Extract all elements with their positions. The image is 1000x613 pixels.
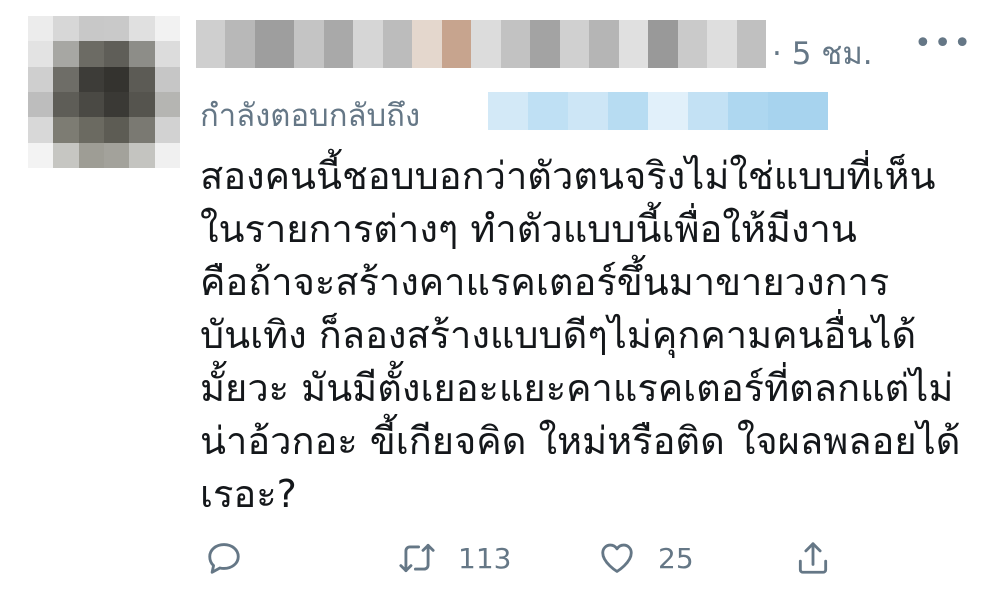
share-button[interactable] [794,530,832,586]
like-count: 25 [658,541,694,575]
heart-icon [601,543,633,573]
tweet: · 5 ชม. ••• กำลังตอบกลับถึง สองคนนี้ชอบบ… [0,0,1000,613]
tweet-text-line: คือถ้าจะสร้างคาแรคเตอร์ขึ้นมาขายวงการ [200,260,890,304]
mention-redacted[interactable] [488,92,828,130]
timestamp[interactable]: · 5 ชม. [772,28,873,78]
retweet-count: 113 [458,541,512,575]
tweet-text-line: ในรายการต่างๆ ทำตัวแบบนี้เพื่อให้มีงาน [200,207,857,251]
tweet-text: สองคนนี้ชอบบอกว่าตัวตนจริงไม่ใช่แบบที่เห… [200,150,990,521]
tweet-text-line: มั้ยวะ มันมีตั้งเยอะแยะคาแรคเตอร์ที่ตลกแ… [200,366,954,410]
like-button[interactable]: 25 [598,530,694,586]
retweet-icon [399,543,435,573]
action-bar: 113 25 [0,530,1000,590]
retweet-button[interactable]: 113 [398,530,511,586]
avatar[interactable] [28,16,180,168]
reply-button[interactable] [205,530,243,586]
tweet-text-line: น่าอ้วกอะ ขี้เกียจคิด ใหม่หรือติด ใจผลพล… [200,419,961,463]
more-dots-icon[interactable]: ••• [914,26,973,61]
tweet-text-line: บันเทิง ก็ลองสร้างแบบดีๆไม่คุกคามคนอื่นไ… [200,313,917,357]
share-icon [798,542,828,574]
replying-to-label: กำลังตอบกลับถึง [200,98,421,134]
tweet-text-line: สองคนนี้ชอบบอกว่าตัวตนจริงไม่ใช่แบบที่เห… [200,154,936,198]
author-name-redacted[interactable] [196,20,767,68]
reply-icon [208,543,240,574]
tweet-text-line: เรอะ? [200,472,297,516]
